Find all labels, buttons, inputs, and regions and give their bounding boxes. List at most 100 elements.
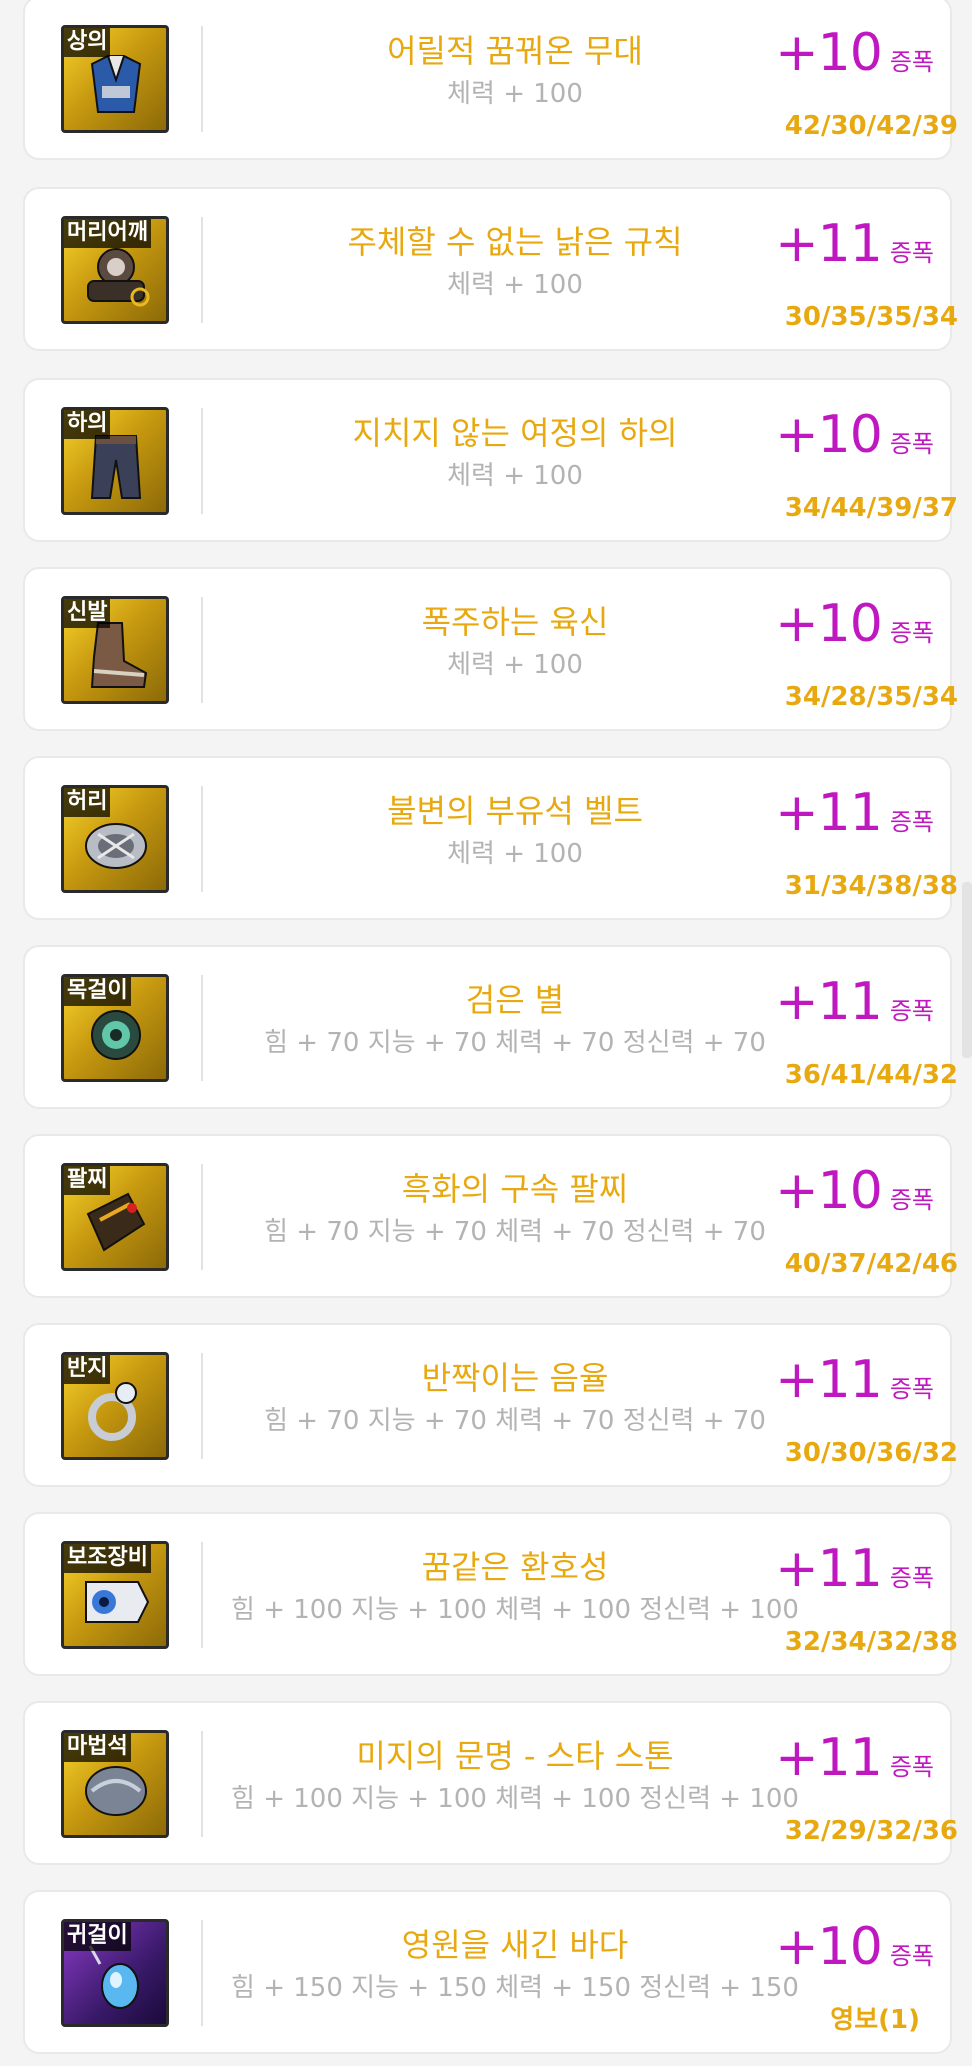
potential-values: 30/30/36/32 (784, 1438, 958, 1468)
slot-label: 하의 (64, 410, 111, 439)
potential-values: 34/28/35/34 (784, 682, 958, 712)
ring-icon: 반지 (61, 1352, 169, 1460)
divider (201, 1920, 203, 2026)
upgrade-level: +10 증폭 (775, 1914, 934, 1980)
item-name: 반짝이는 음율 (421, 1359, 609, 1397)
upgrade-suffix: 증폭 (889, 1942, 934, 1970)
slot-label: 반지 (64, 1355, 111, 1384)
upgrade-level: +11 증폭 (775, 1725, 934, 1791)
divider (201, 1164, 203, 1270)
item-info: 어릴적 꿈꿔온 무대 체력 + 100 (205, 26, 825, 112)
equipment-card-shoulder[interactable]: 머리어깨 주체할 수 없는 낡은 규칙 체력 + 100 +11 증폭 30/35… (23, 187, 958, 351)
magic-stone-icon: 마법석 (61, 1730, 169, 1838)
item-name: 지치지 않는 여정의 하의 (352, 414, 678, 452)
potential-values: 31/34/38/38 (784, 871, 958, 901)
item-info: 꿈같은 환호성 힘 + 100 지능 + 100 체력 + 100 정신력 + … (205, 1542, 825, 1628)
upgrade-suffix: 증폭 (889, 1753, 934, 1781)
upgrade-value: +10 (775, 23, 883, 83)
upgrade-suffix: 증폭 (889, 997, 934, 1025)
slot-label: 머리어깨 (64, 219, 151, 248)
upgrade-value: +11 (775, 1539, 883, 1599)
divider (201, 1353, 203, 1459)
item-stats: 힘 + 70 지능 + 70 체력 + 70 정신력 + 70 (264, 1406, 766, 1436)
item-stats: 힘 + 70 지능 + 70 체력 + 70 정신력 + 70 (264, 1217, 766, 1247)
scrollbar[interactable] (962, 882, 972, 1058)
upgrade-value: +10 (775, 1161, 883, 1221)
upgrade-suffix: 증폭 (889, 48, 934, 76)
upgrade-suffix: 증폭 (889, 1186, 934, 1214)
bracelet-icon: 팔찌 (61, 1163, 169, 1271)
equipment-card-magic-stone[interactable]: 마법석 미지의 문명 - 스타 스톤 힘 + 100 지능 + 100 체력 +… (23, 1701, 958, 1865)
upgrade-suffix: 증폭 (889, 239, 934, 267)
equipment-card-necklace[interactable]: 목걸이 검은 별 힘 + 70 지능 + 70 체력 + 70 정신력 + 70… (23, 945, 958, 1109)
item-stats: 체력 + 100 (447, 461, 583, 491)
top-armor-art-icon (90, 55, 142, 113)
earring-icon: 귀걸이 (61, 1919, 169, 2027)
upgrade-value: +11 (775, 1350, 883, 1410)
item-stats: 체력 + 100 (447, 270, 583, 300)
divider (201, 217, 203, 323)
equipment-card-ring[interactable]: 반지 반짝이는 음율 힘 + 70 지능 + 70 체력 + 70 정신력 + … (23, 1323, 958, 1487)
potential-values: 42/30/42/39 (784, 111, 958, 141)
slot-label: 팔찌 (64, 1166, 111, 1195)
item-stats: 체력 + 100 (447, 839, 583, 869)
slot-label: 신발 (64, 599, 111, 628)
upgrade-suffix: 증폭 (889, 430, 934, 458)
item-name: 폭주하는 육신 (421, 603, 609, 641)
item-name: 꿈같은 환호성 (421, 1548, 609, 1586)
necklace-icon: 목걸이 (61, 974, 169, 1082)
item-name: 불변의 부유석 벨트 (387, 792, 643, 830)
item-info: 반짝이는 음율 힘 + 70 지능 + 70 체력 + 70 정신력 + 70 (205, 1353, 825, 1439)
item-info: 흑화의 구속 팔찌 힘 + 70 지능 + 70 체력 + 70 정신력 + 7… (205, 1164, 825, 1250)
item-info: 주체할 수 없는 낡은 규칙 체력 + 100 (205, 217, 825, 303)
belt-art-icon (85, 823, 147, 869)
divider (201, 1731, 203, 1837)
equipment-card-bottom[interactable]: 하의 지치지 않는 여정의 하의 체력 + 100 +10 증폭 34/44/39… (23, 378, 958, 542)
slot-label: 귀걸이 (64, 1922, 131, 1951)
upgrade-level: +10 증폭 (775, 402, 934, 468)
item-info: 영원을 새긴 바다 힘 + 150 지능 + 150 체력 + 150 정신력 … (205, 1920, 825, 2006)
upgrade-value: +11 (775, 1728, 883, 1788)
upgrade-value: +11 (775, 783, 883, 843)
upgrade-suffix: 증폭 (889, 1564, 934, 1592)
bracelet-art-icon (86, 1192, 146, 1252)
upgrade-level: +11 증폭 (775, 969, 934, 1035)
pants-art-icon (90, 435, 142, 499)
slot-label: 목걸이 (64, 977, 131, 1006)
item-info: 폭주하는 육신 체력 + 100 (205, 597, 825, 683)
divider (201, 975, 203, 1081)
ring-art-icon (88, 1382, 137, 1441)
potential-values: 32/29/32/36 (784, 1816, 958, 1846)
upgrade-suffix: 증폭 (889, 619, 934, 647)
item-info: 불변의 부유석 벨트 체력 + 100 (205, 786, 825, 872)
item-stats: 힘 + 150 지능 + 150 체력 + 150 정신력 + 150 (231, 1973, 799, 2003)
divider (201, 26, 203, 132)
equipment-card-belt[interactable]: 허리 불변의 부유석 벨트 체력 + 100 +11 증폭 31/34/38/38 (23, 756, 958, 920)
item-name: 주체할 수 없는 낡은 규칙 (347, 223, 683, 261)
magic-stone-art-icon (85, 1766, 147, 1816)
top-armor-icon: 상의 (61, 25, 169, 133)
potential-values: 40/37/42/46 (784, 1249, 958, 1279)
equipment-card-earring[interactable]: 귀걸이 영원을 새긴 바다 힘 + 150 지능 + 150 체력 + 150 … (23, 1890, 952, 2054)
divider (201, 408, 203, 514)
item-stats: 체력 + 100 (447, 79, 583, 109)
shoulder-armor-art-icon (87, 248, 150, 307)
upgrade-level: +11 증폭 (775, 1347, 934, 1413)
upgrade-value: +10 (775, 594, 883, 654)
upgrade-value: +11 (775, 972, 883, 1032)
equipment-card-top[interactable]: 상의 어릴적 꿈꿔온 무대 체력 + 100 +10 증폭 42/30/42/39 (23, 0, 958, 160)
upgrade-level: +11 증폭 (775, 211, 934, 277)
item-stats: 힘 + 70 지능 + 70 체력 + 70 정신력 + 70 (264, 1028, 766, 1058)
belt-icon: 허리 (61, 785, 169, 893)
potential-values: 30/35/35/34 (784, 302, 958, 332)
item-stats: 힘 + 100 지능 + 100 체력 + 100 정신력 + 100 (231, 1784, 799, 1814)
item-info: 미지의 문명 - 스타 스톤 힘 + 100 지능 + 100 체력 + 100… (205, 1731, 825, 1817)
equipment-card-bracelet[interactable]: 팔찌 흑화의 구속 팔찌 힘 + 70 지능 + 70 체력 + 70 정신력 … (23, 1134, 958, 1298)
upgrade-suffix: 증폭 (889, 1375, 934, 1403)
shoulder-armor-icon: 머리어깨 (61, 216, 169, 324)
upgrade-level: +11 증폭 (775, 1536, 934, 1602)
support-equipment-art-icon (85, 1581, 150, 1623)
divider (201, 1542, 203, 1648)
equipment-card-support[interactable]: 보조장비 꿈같은 환호성 힘 + 100 지능 + 100 체력 + 100 정… (23, 1512, 958, 1676)
equipment-card-shoes[interactable]: 신발 폭주하는 육신 체력 + 100 +10 증폭 34/28/35/34 (23, 567, 958, 731)
